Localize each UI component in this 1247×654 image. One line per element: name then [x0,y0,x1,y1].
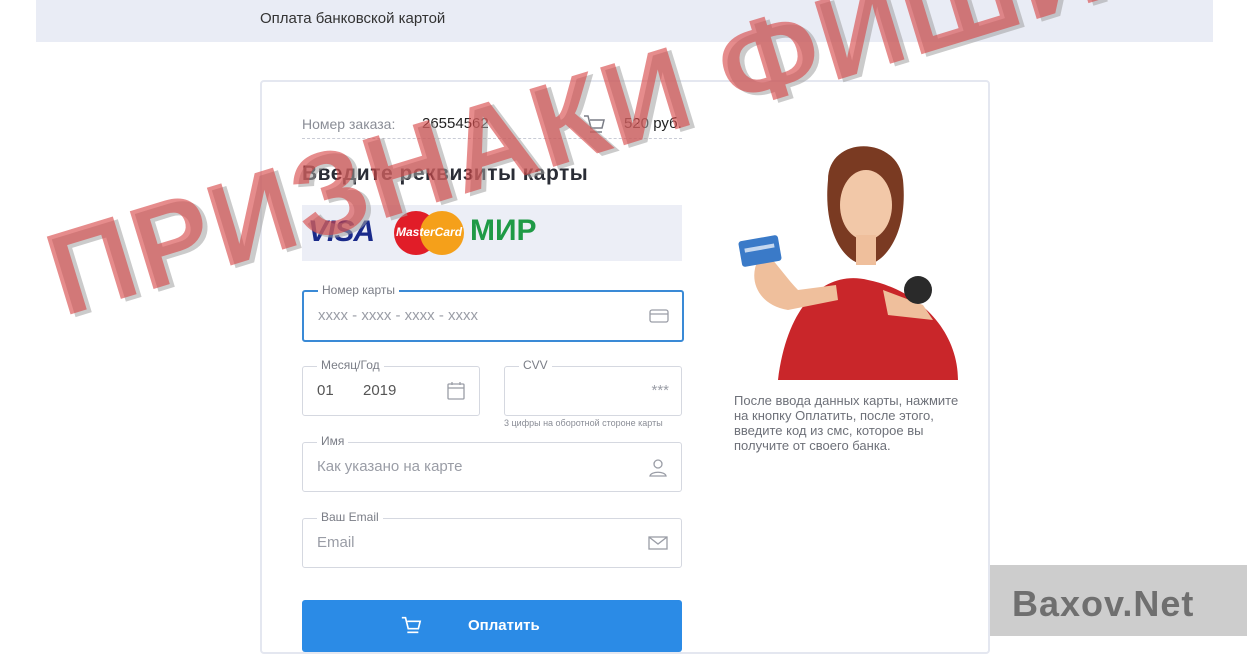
cvv-input[interactable]: *** [651,382,669,399]
cvv-hint: 3 цифры на оборотной стороне карты [504,418,663,428]
card-number-label: Номер карты [318,283,399,297]
card-number-input[interactable]: xxxx - xxxx - xxxx - xxxx [318,307,478,324]
email-label: Ваш Email [317,510,383,524]
envelope-icon [648,536,668,550]
calendar-icon [447,382,465,400]
pay-button-label: Оплатить [468,617,540,634]
instruction-text: После ввода данных карты, нажмите на кно… [734,393,959,453]
email-input[interactable]: Email [317,534,355,551]
woman-holding-card-image [738,146,958,380]
expiry-year[interactable]: 2019 [363,382,396,399]
page-title: Оплата банковской картой [260,10,446,27]
cvv-label: CVV [519,358,552,372]
card-number-field[interactable]: Номер карты xxxx - xxxx - xxxx - xxxx [302,283,684,342]
name-label: Имя [317,434,349,448]
watermark-text: Baxov.Net [1012,583,1195,624]
cart-icon [401,616,422,634]
name-input[interactable]: Как указано на карте [317,458,462,475]
pay-button[interactable]: Оплатить [302,600,682,652]
cvv-field[interactable]: CVV *** [504,358,682,416]
email-field[interactable]: Ваш Email Email [302,510,682,568]
site-watermark: Baxov.Net [990,565,1247,636]
expiry-month[interactable]: 01 [317,382,334,399]
expiry-label: Месяц/Год [317,358,384,372]
user-icon [649,459,667,477]
credit-card-icon [649,309,669,323]
name-field[interactable]: Имя Как указано на карте [302,434,682,492]
mir-logo: МИР [470,214,537,247]
expiry-field[interactable]: Месяц/Год 01 2019 [302,358,480,416]
